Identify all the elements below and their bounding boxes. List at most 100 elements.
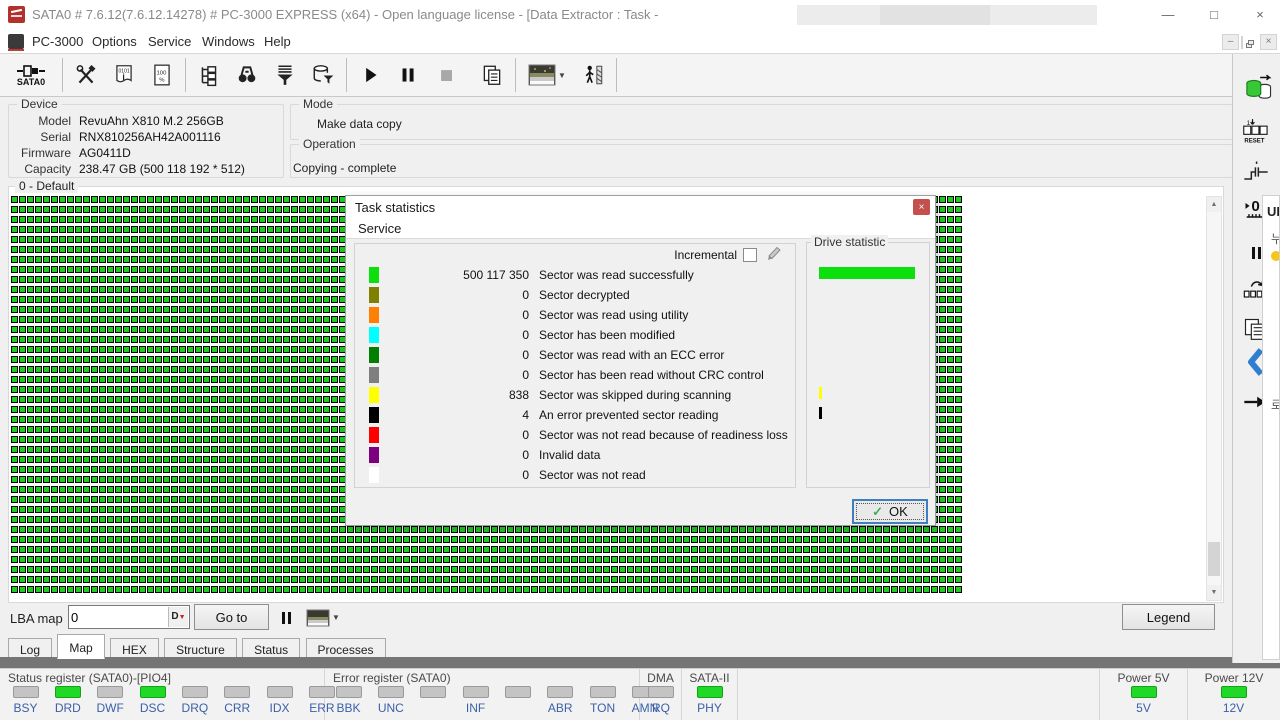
power-supply-button[interactable] (1241, 158, 1271, 188)
collapsed-side-panel: UI 누 로 (1262, 195, 1280, 660)
search-button[interactable] (228, 56, 266, 94)
dialog-menu-service[interactable]: Service (358, 221, 401, 236)
led-cell: RQ (641, 686, 681, 715)
tab-map[interactable]: Map (57, 634, 104, 659)
led-indicator (1221, 686, 1247, 698)
task-statistics-dialog: Task statistics × Service Incremental 50… (345, 195, 936, 526)
toolbar-divider (616, 58, 617, 92)
minimize-button[interactable]: — (1146, 0, 1190, 30)
statusbar: Status register (SATA0)-[PIO4] BSY DRD D… (0, 668, 1280, 720)
full-size-button[interactable]: 100 % (143, 56, 181, 94)
map-view-caret-icon[interactable]: ▼ (558, 71, 566, 80)
map-mode-caret-icon[interactable]: ▼ (332, 613, 340, 622)
toolbar: SATA0 0101 i 100 % (0, 54, 1232, 97)
scroll-down-icon[interactable]: ▼ (1207, 585, 1221, 600)
menu-options[interactable]: Options (92, 34, 137, 49)
ok-button[interactable]: ✓OK (852, 499, 928, 524)
stat-row: 0Sector has been modified (355, 325, 795, 345)
mdi-close-button[interactable]: × (1260, 34, 1277, 50)
dma-panel: DMA RQ (640, 669, 682, 720)
menu-service[interactable]: Service (148, 34, 191, 49)
map-mode-button[interactable]: ▼ (306, 605, 340, 630)
mdi-restore-button[interactable] (1241, 36, 1243, 49)
stat-row: 0Invalid data (355, 445, 795, 465)
led-cell: 12V (1214, 686, 1253, 715)
lba-dec-button[interactable]: D▼ (168, 607, 188, 627)
acelab-logo-icon (8, 34, 24, 49)
stat-value: 0 (379, 448, 529, 462)
sata0-port-button[interactable]: SATA0 (4, 56, 58, 94)
stat-color-swatch (369, 287, 379, 303)
stat-row: 4An error prevented sector reading (355, 405, 795, 425)
led-indicator (547, 686, 573, 698)
led-indicator (378, 686, 404, 698)
stat-value: 0 (379, 428, 529, 442)
data-copy-icon (1244, 74, 1274, 104)
mode-group-label: Mode (299, 97, 337, 111)
close-button[interactable]: × (1238, 0, 1280, 30)
data-copy-button[interactable] (1241, 72, 1277, 108)
led-cell: UNC (371, 686, 410, 715)
operation-group: Operation Copying - complete (290, 144, 1233, 178)
incremental-checkbox[interactable] (743, 248, 757, 262)
dialog-titlebar: Task statistics × (346, 196, 935, 218)
pause-icon (396, 63, 420, 87)
power-circuit-icon (1242, 158, 1270, 186)
reset-button[interactable]: 1 RESET (1241, 118, 1271, 148)
led-indicator (97, 686, 123, 698)
pause-button[interactable] (389, 56, 427, 94)
scrollbar-thumb[interactable] (1208, 542, 1220, 576)
stat-label: Sector was skipped during scanning (539, 388, 731, 402)
incremental-edit-button[interactable] (763, 246, 785, 264)
led-cell (414, 686, 453, 701)
device-field-label: Serial (9, 130, 71, 144)
menu-windows[interactable]: Windows (202, 34, 255, 49)
map-view-button[interactable]: ▼ (520, 56, 574, 94)
toolbar-divider (515, 58, 516, 92)
led-indicator (224, 686, 250, 698)
device-group-label: Device (17, 97, 62, 111)
play-button[interactable] (351, 56, 389, 94)
device-field-value: 238.47 GB (500 118 192 * 512) (79, 162, 245, 176)
dialog-close-button[interactable]: × (913, 199, 930, 215)
scroll-up-icon[interactable]: ▲ (1207, 197, 1221, 212)
svg-text:100: 100 (157, 70, 168, 76)
object-tree-button[interactable] (190, 56, 228, 94)
stop-button[interactable] (427, 56, 465, 94)
exit-button[interactable] (574, 56, 612, 94)
power5v-label: Power 5V (1100, 671, 1187, 685)
stat-value: 4 (379, 408, 529, 422)
maximize-button[interactable]: □ (1192, 0, 1236, 30)
menu-help[interactable]: Help (264, 34, 291, 49)
stat-label: Sector has been read without CRC control (539, 368, 764, 382)
led-indicator (336, 686, 362, 698)
copy-list-button[interactable] (473, 56, 511, 94)
brush-icon (765, 246, 783, 261)
menu-pc3000[interactable]: PC-3000 (32, 34, 83, 49)
mode-group: Mode Make data copy (290, 104, 1233, 140)
led-cell: BSY (6, 686, 45, 715)
lba-input[interactable] (71, 607, 167, 627)
script-info-button[interactable]: 0101 i (105, 56, 143, 94)
device-group: Device Model RevuAhn X810 M.2 256GB Seri… (8, 104, 284, 178)
legend-button[interactable]: Legend (1122, 604, 1215, 630)
led-indicator (648, 686, 674, 698)
stat-label: Sector decrypted (539, 288, 630, 302)
database-filter-button[interactable] (304, 56, 342, 94)
filter-button[interactable] (266, 56, 304, 94)
device-tools-button[interactable] (67, 56, 105, 94)
goto-button[interactable]: Go to (194, 604, 269, 630)
led-cell: BBK (329, 686, 368, 715)
led-cell: DRQ (175, 686, 214, 715)
sata0-label: SATA0 (17, 77, 45, 87)
mdi-minimize-button[interactable]: – (1222, 34, 1239, 50)
map-scrollbar[interactable]: ▲ ▼ (1206, 196, 1222, 601)
drive-statistic-label: Drive statistic (811, 235, 888, 249)
error-register-label: Error register (SATA0) (333, 671, 451, 685)
operation-value: Copying - complete (293, 161, 396, 175)
stat-row: 838Sector was skipped during scanning (355, 385, 795, 405)
map-pause-button[interactable] (280, 605, 292, 630)
stat-row: 0Sector was read using utility (355, 305, 795, 325)
reset-icon: 1 RESET (1242, 118, 1270, 146)
full-size-icon: 100 % (150, 63, 174, 87)
